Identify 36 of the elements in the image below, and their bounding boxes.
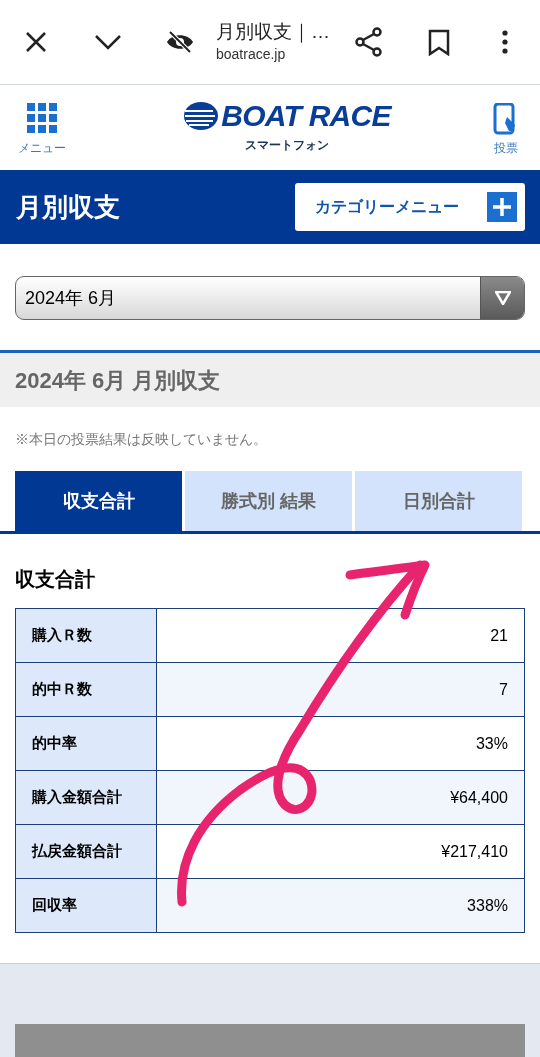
table-cell: 33%: [156, 716, 525, 771]
chevron-down-icon[interactable]: [94, 34, 122, 50]
logo-icon: [183, 100, 220, 131]
url-text: boatrace.jp: [216, 45, 287, 64]
bookmark-icon[interactable]: [428, 28, 450, 56]
section-heading: 2024年 6月 月別収支: [15, 366, 221, 395]
dropdown-arrow-icon: [494, 291, 511, 305]
menu-label[interactable]: メニュー: [18, 138, 66, 157]
month-select[interactable]: 2024年 6月: [15, 276, 525, 320]
note-text: ※本日の投票結果は反映していません。: [15, 431, 267, 447]
close-icon[interactable]: [24, 30, 48, 54]
tab[interactable]: 収支合計: [15, 471, 182, 531]
page-tab-title: 月別収支｜…: [216, 20, 331, 44]
tab[interactable]: 日別合計: [355, 471, 522, 531]
table-header-cell: 的中率: [15, 716, 157, 771]
menu-icon[interactable]: [27, 102, 57, 133]
table-cell: 21: [156, 608, 525, 663]
table-header-cell: 払戻金額合計: [15, 824, 157, 879]
logo-subtitle: スマートフォン: [245, 136, 329, 154]
table-header-cell: 購入Ｒ数: [15, 608, 157, 663]
share-icon[interactable]: [355, 27, 383, 57]
vote-label[interactable]: 投票: [494, 138, 518, 157]
eye-slash-icon[interactable]: [166, 30, 194, 54]
table-cell: 338%: [156, 878, 525, 933]
table-header-cell: 的中Ｒ数: [15, 662, 157, 717]
plus-icon: [487, 192, 517, 222]
table-cell: 7: [156, 662, 525, 717]
tab[interactable]: 勝式別 結果: [185, 471, 352, 531]
table-cell: ¥217,410: [156, 824, 525, 879]
page-title: 月別収支: [16, 190, 120, 224]
more-icon[interactable]: [502, 30, 508, 54]
logo-text: BOAT RACE: [221, 99, 391, 132]
table-header-cell: 回収率: [15, 878, 157, 933]
category-menu-button[interactable]: カテゴリーメニュー: [295, 183, 525, 231]
summary-title: 収支合計: [15, 567, 96, 592]
table-header-cell: 購入金額合計: [15, 770, 157, 825]
